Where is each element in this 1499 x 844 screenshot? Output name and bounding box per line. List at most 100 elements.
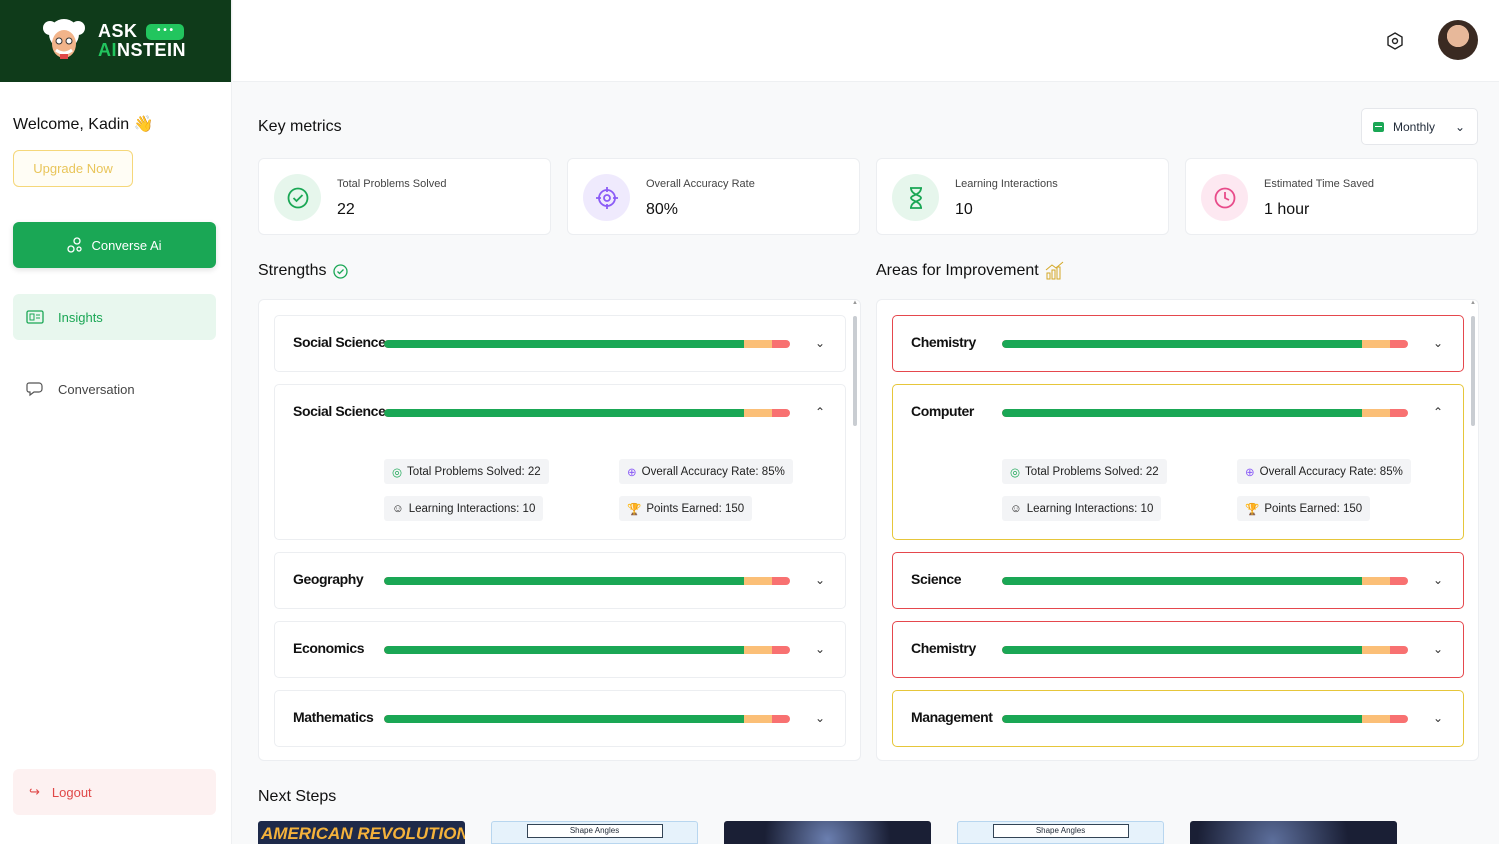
app-logo[interactable]: ASK AINSTEIN • • • bbox=[0, 0, 231, 82]
calendar-icon bbox=[1373, 122, 1384, 132]
check-circle-icon: ◎ bbox=[392, 466, 403, 479]
chevron-down-icon[interactable]: ⌄ bbox=[815, 711, 825, 725]
welcome-text: Welcome, Kadin 👋 bbox=[13, 116, 154, 133]
subject-name: Social Science bbox=[293, 334, 386, 350]
detail-text: Learning Interactions: 10 bbox=[408, 502, 536, 515]
detail-text: Total Problems Solved: 22 bbox=[1025, 465, 1159, 478]
detail-text: Overall Accuracy Rate: 85% bbox=[1259, 465, 1403, 478]
sidebar-item-label: Conversation bbox=[58, 381, 135, 397]
subject-name: Social Science bbox=[293, 403, 386, 419]
check-circle-icon bbox=[333, 264, 348, 279]
chevron-down-icon[interactable]: ⌄ bbox=[815, 573, 825, 587]
chevron-down-icon[interactable]: ⌄ bbox=[815, 336, 825, 350]
thumbnail-title: AMERICAN REVOLUTION bbox=[261, 824, 465, 843]
strengths-title: Strengths bbox=[258, 262, 327, 279]
progress-bar bbox=[384, 577, 790, 585]
subject-name: Management bbox=[911, 709, 993, 725]
trophy-icon: 🏆 bbox=[1245, 503, 1260, 516]
improvement-card[interactable]: Chemistry ⌄ bbox=[892, 621, 1464, 678]
chevron-down-icon[interactable]: ⌄ bbox=[1433, 336, 1443, 350]
check-circle-icon: ◎ bbox=[1010, 466, 1021, 479]
progress-bar bbox=[384, 409, 790, 417]
progress-bar bbox=[1002, 409, 1408, 417]
converse-ai-label: Converse Ai bbox=[91, 237, 162, 253]
check-circle-icon bbox=[274, 174, 321, 221]
chevron-down-icon[interactable]: ⌄ bbox=[1433, 642, 1443, 656]
next-step-thumbnail[interactable]: AMERICAN REVOLUTION bbox=[258, 821, 465, 844]
strength-card[interactable]: Social Science ⌄ bbox=[274, 315, 846, 372]
improvement-card-expanded[interactable]: Computer ⌃ ◎ Total Problems Solved: 22 ⊕ O… bbox=[892, 384, 1464, 540]
next-step-thumbnail[interactable]: Shape Angles bbox=[957, 821, 1164, 844]
strength-card[interactable]: Mathematics ⌄ bbox=[274, 690, 846, 747]
chevron-up-icon[interactable]: ⌃ bbox=[815, 405, 825, 419]
target-icon bbox=[583, 174, 630, 221]
thumbnail-title: Shape Angles bbox=[526, 824, 663, 838]
chevron-down-icon[interactable]: ⌄ bbox=[1433, 573, 1443, 587]
strengths-panel: ▲ Social Science ⌄ Social Science ⌃ ◎ Tot… bbox=[258, 299, 861, 761]
mascot-icon: ☺ bbox=[392, 502, 404, 515]
chat-icon bbox=[26, 382, 43, 397]
target-icon: ⊕ bbox=[627, 466, 637, 479]
detail-text: Points Earned: 150 bbox=[646, 502, 745, 515]
period-value: Monthly bbox=[1393, 119, 1436, 134]
improvement-card[interactable]: Chemistry ⌄ bbox=[892, 315, 1464, 372]
progress-bar bbox=[1002, 715, 1408, 723]
metric-label: Total Problems Solved bbox=[337, 178, 447, 190]
metric-label: Overall Accuracy Rate bbox=[646, 178, 755, 190]
strength-card-expanded[interactable]: Social Science ⌃ ◎ Total Problems Solved:… bbox=[274, 384, 846, 540]
improvement-card[interactable]: Management ⌄ bbox=[892, 690, 1464, 747]
next-step-thumbnail[interactable] bbox=[1190, 821, 1397, 844]
progress-bar bbox=[384, 646, 790, 654]
metric-value: 10 bbox=[955, 201, 973, 218]
next-steps-title: Next Steps bbox=[258, 788, 337, 805]
scroll-up-arrow[interactable]: ▲ bbox=[852, 300, 858, 306]
upgrade-button[interactable]: Upgrade Now bbox=[13, 150, 133, 187]
strength-card[interactable]: Economics ⌄ bbox=[274, 621, 846, 678]
subject-name: Economics bbox=[293, 640, 365, 656]
progress-bar bbox=[384, 340, 790, 348]
chevron-down-icon[interactable]: ⌄ bbox=[815, 642, 825, 656]
improvement-panel: ▲ Chemistry ⌄ Computer ⌃ ◎ Total Problems… bbox=[876, 299, 1479, 761]
logout-button[interactable]: ↪ Logout bbox=[13, 769, 216, 815]
chevron-down-icon[interactable]: ⌄ bbox=[1433, 711, 1443, 725]
detail-accuracy: ⊕ Overall Accuracy Rate: 85% bbox=[1237, 459, 1411, 484]
detail-text: Points Earned: 150 bbox=[1264, 502, 1363, 515]
period-select[interactable]: Monthly ⌄ bbox=[1361, 108, 1478, 145]
detail-accuracy: ⊕ Overall Accuracy Rate: 85% bbox=[619, 459, 793, 484]
settings-icon[interactable] bbox=[1386, 32, 1404, 50]
scrollbar[interactable] bbox=[1471, 316, 1475, 426]
metric-label: Learning Interactions bbox=[955, 178, 1058, 190]
insights-icon bbox=[26, 310, 44, 324]
progress-bar bbox=[1002, 577, 1408, 585]
metric-value: 80% bbox=[646, 201, 679, 218]
metric-card-interactions: Learning Interactions 10 bbox=[876, 158, 1169, 235]
detail-text: Overall Accuracy Rate: 85% bbox=[641, 465, 785, 478]
scrollbar[interactable] bbox=[853, 316, 857, 426]
subject-name: Science bbox=[911, 571, 962, 587]
avatar[interactable] bbox=[1438, 20, 1478, 60]
brand-nstein: NSTEIN bbox=[117, 40, 187, 60]
subject-name: Chemistry bbox=[911, 334, 976, 350]
detail-points: 🏆 Points Earned: 150 bbox=[619, 496, 753, 521]
converse-ai-button[interactable]: Converse Ai bbox=[13, 222, 216, 268]
next-step-thumbnail[interactable]: Shape Angles bbox=[491, 821, 698, 844]
sidebar-item-conversation[interactable]: Conversation bbox=[13, 366, 216, 412]
sidebar-item-insights[interactable]: Insights bbox=[13, 294, 216, 340]
next-step-thumbnail[interactable] bbox=[724, 821, 931, 844]
detail-problems: ◎ Total Problems Solved: 22 bbox=[384, 459, 549, 484]
improvement-title: Areas for Improvement bbox=[876, 262, 1039, 279]
improvement-card[interactable]: Science ⌄ bbox=[892, 552, 1464, 609]
hourglass-icon bbox=[892, 174, 939, 221]
clock-icon bbox=[1201, 174, 1248, 221]
logout-icon: ↪ bbox=[29, 784, 40, 799]
thumbnail-title: Shape Angles bbox=[992, 824, 1129, 838]
trophy-icon: 🏆 bbox=[627, 503, 642, 516]
detail-text: Learning Interactions: 10 bbox=[1026, 502, 1154, 515]
strength-card[interactable]: Geography ⌄ bbox=[274, 552, 846, 609]
target-icon: ⊕ bbox=[1245, 466, 1255, 479]
metric-value: 1 hour bbox=[1264, 201, 1310, 218]
subject-name: Computer bbox=[911, 403, 974, 419]
subject-name: Geography bbox=[293, 571, 364, 587]
scroll-up-arrow[interactable]: ▲ bbox=[1470, 300, 1476, 306]
chevron-up-icon[interactable]: ⌃ bbox=[1433, 405, 1443, 419]
